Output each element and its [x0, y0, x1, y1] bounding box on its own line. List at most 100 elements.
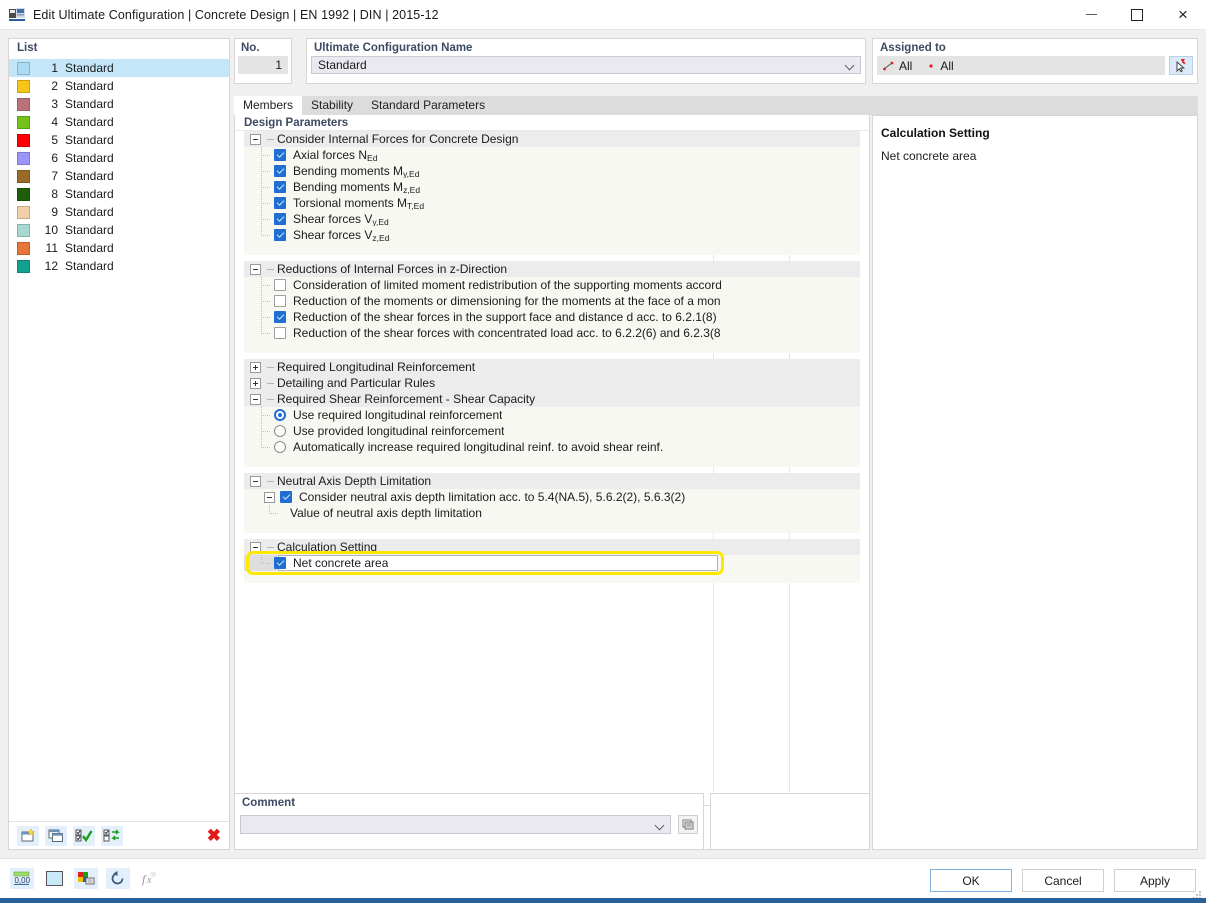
group-neutral-axis-depth-limitation[interactable]: Neutral Axis Depth Limitation [244, 473, 860, 489]
list-item[interactable]: 8 Standard [9, 185, 229, 203]
list-item[interactable]: 5 Standard [9, 131, 229, 149]
new-configuration-icon[interactable] [17, 825, 39, 846]
checkbox[interactable] [274, 181, 286, 193]
list-item[interactable]: 3 Standard [9, 95, 229, 113]
group-detailing-particular-rules[interactable]: Detailing and Particular Rules [244, 375, 860, 391]
color-swatch-icon[interactable] [42, 868, 66, 889]
list-item[interactable]: 10 Standard [9, 221, 229, 239]
collapse-icon[interactable] [250, 393, 261, 405]
collapse-icon[interactable] [250, 263, 261, 275]
checkbox[interactable] [274, 295, 286, 307]
radio-button[interactable] [274, 425, 286, 437]
list-item-label: Standard [65, 187, 114, 201]
rename-icon[interactable] [74, 868, 98, 889]
ok-button[interactable]: OK [930, 869, 1012, 892]
color-swatch [17, 79, 30, 93]
list-item[interactable]: 4 Standard [9, 113, 229, 131]
list-item[interactable]: 2 Standard [9, 77, 229, 95]
list-item[interactable]: 9 Standard [9, 203, 229, 221]
checkbox[interactable] [274, 279, 286, 291]
close-button[interactable]: × [1160, 0, 1206, 30]
reset-icon[interactable] [106, 868, 130, 889]
option-label: Use provided longitudinal reinforcement [293, 424, 505, 438]
cancel-button[interactable]: Cancel [1022, 869, 1104, 892]
collapse-icon[interactable] [250, 475, 261, 487]
radio-button[interactable] [274, 441, 286, 453]
checkbox[interactable] [274, 229, 286, 241]
option-sub: z,Ed [372, 233, 390, 242]
group-body: Axial forces NEd Bending moments My,Ed B… [244, 147, 860, 255]
collapse-icon[interactable] [264, 491, 275, 503]
tab-stability[interactable]: Stability [302, 96, 363, 115]
group-consider-internal-forces[interactable]: Consider Internal Forces for Concrete De… [244, 131, 860, 147]
option-shear-forces-vy[interactable]: Shear forces Vy,Ed [244, 211, 860, 227]
checkbox[interactable] [274, 557, 286, 569]
option-shear-forces-vz[interactable]: Shear forces Vz,Ed [244, 227, 860, 243]
list-header: List [17, 42, 38, 54]
option-reduction-shear-support-face[interactable]: Reduction of the shear forces in the sup… [244, 309, 860, 325]
comment-input[interactable] [240, 815, 671, 834]
option-bending-moments-my[interactable]: Bending moments My,Ed [244, 163, 860, 179]
list-item[interactable]: 11 Standard [9, 239, 229, 257]
list-item[interactable]: 1 Standard [9, 59, 229, 77]
copy-configuration-icon[interactable] [45, 825, 67, 846]
group-body: Consideration of limited moment redistri… [244, 277, 860, 353]
list-item-number: 3 [51, 97, 58, 111]
comment-library-icon[interactable] [678, 815, 698, 834]
group-reductions-internal-forces[interactable]: Reductions of Internal Forces in z-Direc… [244, 261, 860, 277]
option-net-concrete-area[interactable]: Net concrete area [244, 555, 860, 571]
checkbox[interactable] [274, 311, 286, 323]
option-reduction-shear-concentrated-load[interactable]: Reduction of the shear forces with conce… [244, 325, 860, 341]
collapse-icon[interactable] [250, 541, 261, 553]
option-consider-neutral-axis-depth-limitation[interactable]: Consider neutral axis depth limitation a… [244, 489, 860, 505]
group-label: Calculation Setting [277, 540, 378, 554]
radio-automatically-increase-longitudinal-reinforcement[interactable]: Automatically increase required longitud… [244, 439, 860, 455]
checkbox[interactable] [274, 197, 286, 209]
invert-selection-icon[interactable] [101, 825, 123, 846]
number-value[interactable]: 1 [238, 56, 288, 74]
maximize-button[interactable] [1114, 0, 1160, 30]
row-value-of-neutral-axis-depth-limitation[interactable]: Value of neutral axis depth limitation 0… [244, 505, 860, 521]
list-item[interactable]: 6 Standard [9, 149, 229, 167]
color-swatch [17, 259, 30, 273]
list-item[interactable]: 12 Standard [9, 257, 229, 275]
group-required-shear-reinforcement[interactable]: Required Shear Reinforcement - Shear Cap… [244, 391, 860, 407]
expand-icon[interactable] [250, 377, 261, 389]
radio-use-required-longitudinal-reinforcement[interactable]: Use required longitudinal reinforcement [244, 407, 860, 423]
checkbox[interactable] [274, 149, 286, 161]
option-reduction-moments-face[interactable]: Reduction of the moments or dimensioning… [244, 293, 860, 309]
radio-button[interactable] [274, 409, 286, 421]
collapse-icon[interactable] [250, 133, 261, 145]
chevron-down-icon[interactable] [654, 820, 665, 831]
checkbox[interactable] [274, 213, 286, 225]
design-parameters-tree[interactable]: Consider Internal Forces for Concrete De… [244, 131, 860, 806]
checkbox[interactable] [274, 165, 286, 177]
option-limited-moment-redistribution[interactable]: Consideration of limited moment redistri… [244, 277, 860, 293]
option-bending-moments-mz[interactable]: Bending moments Mz,Ed [244, 179, 860, 195]
minimize-button[interactable] [1068, 0, 1114, 30]
tab-members[interactable]: Members [234, 96, 303, 115]
group-required-longitudinal-reinforcement[interactable]: Required Longitudinal Reinforcement [244, 359, 860, 375]
configuration-name-input[interactable]: Standard [311, 56, 861, 74]
radio-use-provided-longitudinal-reinforcement[interactable]: Use provided longitudinal reinforcement [244, 423, 860, 439]
group-calculation-setting[interactable]: Calculation Setting [244, 539, 860, 555]
assigned-to-value[interactable]: All All [877, 56, 1165, 75]
list-item[interactable]: 7 Standard [9, 167, 229, 185]
delete-button[interactable]: ✖ [207, 827, 221, 844]
chevron-down-icon[interactable] [844, 60, 855, 71]
checkbox[interactable] [280, 491, 292, 503]
option-torsional-moments[interactable]: Torsional moments MT,Ed [244, 195, 860, 211]
tab-standard-parameters[interactable]: Standard Parameters [362, 96, 495, 115]
tab-bar: Members Stability Standard Parameters [234, 96, 1198, 115]
checkbox[interactable] [274, 327, 286, 339]
list-item-label: Standard [65, 115, 114, 129]
select-all-icon[interactable] [73, 825, 95, 846]
option-axial-forces[interactable]: Axial forces NEd [244, 147, 860, 163]
expand-icon[interactable] [250, 361, 261, 373]
formula-icon[interactable]: f x ☉ [138, 868, 162, 889]
pick-objects-icon[interactable] [1169, 56, 1193, 75]
list-item-number: 5 [51, 133, 58, 147]
configuration-list[interactable]: 1 Standard 2 Standard 3 Standard 4 Stand… [9, 59, 229, 821]
apply-button[interactable]: Apply [1114, 869, 1196, 892]
decimal-places-icon[interactable]: 0,00 [10, 868, 34, 889]
